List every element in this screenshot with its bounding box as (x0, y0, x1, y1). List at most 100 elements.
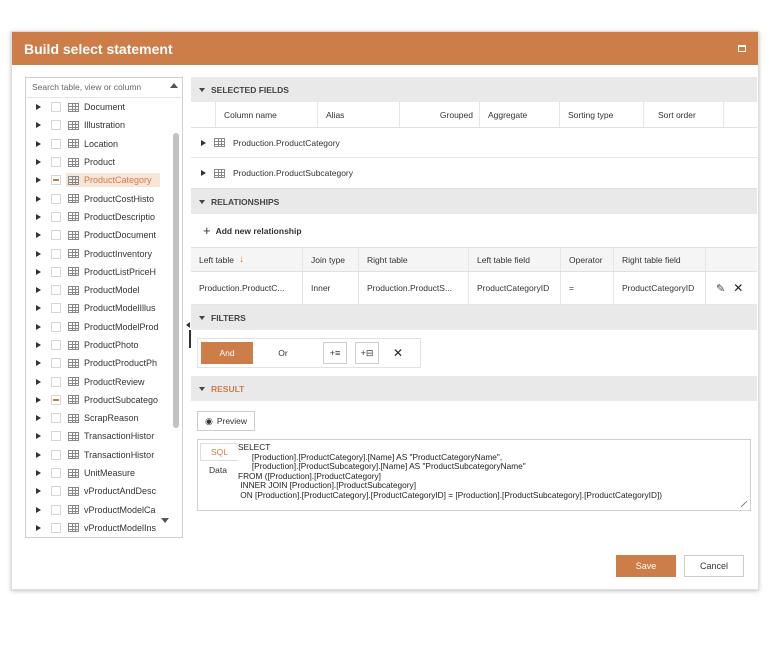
expand-icon[interactable] (36, 268, 41, 275)
preview-button[interactable]: ◉ Preview (197, 411, 255, 431)
maximize-icon[interactable] (738, 45, 746, 52)
add-group-icon[interactable]: +⊟ (355, 342, 379, 364)
tree-item[interactable]: ProductCategory (26, 171, 182, 189)
expand-icon[interactable] (36, 506, 41, 513)
tree-item-checkbox[interactable] (51, 522, 61, 533)
tree-item-body[interactable]: ProductModelProd (68, 322, 158, 332)
tree-item-body[interactable]: TransactionHistor (68, 431, 158, 441)
col-sorting-type[interactable]: Sorting type (560, 102, 644, 127)
section-selected-fields[interactable]: SELECTED FIELDS (191, 77, 757, 102)
group-row[interactable]: Production.ProductCategory (191, 128, 757, 158)
tree-item-checkbox[interactable] (51, 468, 61, 479)
tree-item[interactable]: TransactionHistor (26, 446, 182, 464)
save-button[interactable]: Save (616, 554, 676, 577)
tree-item[interactable]: Document (26, 98, 182, 116)
tab-sql[interactable]: SQL (200, 443, 238, 461)
tree-item-body[interactable]: vProductModelCa (68, 505, 158, 515)
col-left-table[interactable]: Left table ↓ (191, 248, 303, 271)
tree-item-body[interactable]: Illustration (68, 120, 158, 130)
relationship-row[interactable]: Production.ProductC... Inner Production.… (191, 272, 757, 305)
tree-item-checkbox[interactable] (51, 486, 61, 497)
tree-scrollbar-thumb[interactable] (173, 133, 179, 428)
tree-item[interactable]: ProductListPriceH (26, 263, 182, 281)
tree-item[interactable]: TransactionHistor (26, 427, 182, 445)
tree-item-body[interactable]: vProductModelIns (68, 523, 158, 533)
pencil-icon[interactable]: ✎ (716, 282, 725, 295)
expand-icon[interactable] (36, 488, 41, 495)
tree-item-body[interactable]: ProductPhoto (68, 340, 158, 350)
tree-item[interactable]: vProductAndDesc (26, 482, 182, 500)
expand-icon[interactable] (201, 139, 206, 146)
group-row[interactable]: Production.ProductSubcategory (191, 158, 757, 188)
expand-icon[interactable] (36, 122, 41, 129)
col-left-table-field[interactable]: Left table field (469, 248, 561, 271)
tree-item-checkbox[interactable] (51, 431, 61, 442)
tree-item[interactable]: ProductDocument (26, 226, 182, 244)
tree-item-checkbox[interactable] (51, 266, 61, 277)
tree-item-body[interactable]: ProductDocument (68, 230, 158, 240)
tree-item-body[interactable]: ProductCostHisto (68, 194, 158, 204)
tree-item-checkbox[interactable] (51, 193, 61, 204)
tree-item-checkbox[interactable] (51, 449, 61, 460)
tree-item-checkbox[interactable] (51, 248, 61, 259)
expand-icon[interactable] (201, 170, 206, 176)
close-icon[interactable]: ✕ (733, 281, 743, 295)
or-button[interactable]: Or (253, 342, 313, 364)
expand-icon[interactable] (36, 287, 41, 294)
expand-icon[interactable] (36, 159, 41, 166)
expand-icon[interactable] (36, 470, 41, 477)
tree-item[interactable]: ProductModel (26, 281, 182, 299)
tree-item-checkbox[interactable] (51, 340, 61, 350)
expand-icon[interactable] (36, 433, 41, 440)
tree-item[interactable]: ProductCostHisto (26, 189, 182, 207)
tree-item-body[interactable]: ProductListPriceH (68, 267, 158, 277)
col-sort-order[interactable]: Sort order (644, 102, 724, 127)
tree-item-body[interactable]: ScrapReason (68, 413, 158, 423)
section-result[interactable]: RESULT (191, 376, 757, 401)
tree-item[interactable]: ScrapReason (26, 409, 182, 427)
tree-item-body[interactable]: ProductInventory (68, 249, 158, 259)
expand-icon[interactable] (36, 195, 41, 202)
col-alias[interactable]: Alias (318, 102, 400, 127)
sql-text[interactable]: SELECT [Production].[ProductCategory].[N… (238, 440, 750, 510)
expand-icon[interactable] (36, 342, 41, 348)
tree-item[interactable]: Illustration (26, 116, 182, 134)
section-filters[interactable]: FILTERS (191, 305, 757, 330)
col-grouped[interactable]: Grouped (400, 102, 480, 127)
tree-item-body[interactable]: ProductCategory (66, 173, 160, 188)
expand-icon[interactable] (36, 323, 41, 330)
tree-item[interactable]: ProductDescriptio (26, 208, 182, 226)
add-condition-icon[interactable]: +≡ (323, 342, 347, 364)
tree-item-body[interactable]: ProductReview (68, 377, 158, 387)
col-column-name[interactable]: Column name (216, 102, 318, 127)
tree-item[interactable]: ProductModelIllus (26, 299, 182, 317)
tree-search-input[interactable]: Search table, view or column (26, 78, 182, 98)
tree-item-body[interactable]: ProductModel (68, 285, 158, 295)
tree-item-body[interactable]: ProductDescriptio (68, 212, 158, 222)
expand-icon[interactable] (36, 305, 41, 312)
col-aggregate[interactable]: Aggregate (480, 102, 560, 127)
tree-item[interactable]: ProductProductPh (26, 354, 182, 372)
tree-item-checkbox[interactable] (51, 303, 61, 314)
tree-item-checkbox[interactable] (51, 120, 61, 131)
tree-item[interactable]: vProductModelCa (26, 501, 182, 519)
cancel-button[interactable]: Cancel (684, 554, 744, 577)
add-relationship-button[interactable]: + Add new relationship (191, 214, 757, 247)
remove-filter-icon[interactable]: ✕ (393, 346, 403, 360)
tree-item-checkbox[interactable] (51, 376, 61, 387)
tree-item[interactable]: ProductPhoto (26, 336, 182, 354)
expand-icon[interactable] (36, 360, 41, 367)
tree-item-checkbox[interactable] (51, 285, 61, 296)
col-right-table-field[interactable]: Right table field (614, 248, 706, 271)
tree-item-body[interactable]: TransactionHistor (68, 450, 158, 460)
tree-item-checkbox[interactable] (51, 394, 61, 405)
tree-item-checkbox[interactable] (51, 358, 61, 369)
expand-icon[interactable] (36, 396, 41, 403)
resize-grip-icon[interactable] (741, 501, 747, 507)
tree-item[interactable]: UnitMeasure (26, 464, 182, 482)
tree-item-body[interactable]: Product (68, 157, 158, 167)
tree-item-body[interactable]: ProductModelIllus (68, 303, 158, 313)
col-operator[interactable]: Operator (561, 248, 614, 271)
tree-item-body[interactable]: vProductAndDesc (68, 486, 158, 496)
col-join-type[interactable]: Join type (303, 248, 359, 271)
